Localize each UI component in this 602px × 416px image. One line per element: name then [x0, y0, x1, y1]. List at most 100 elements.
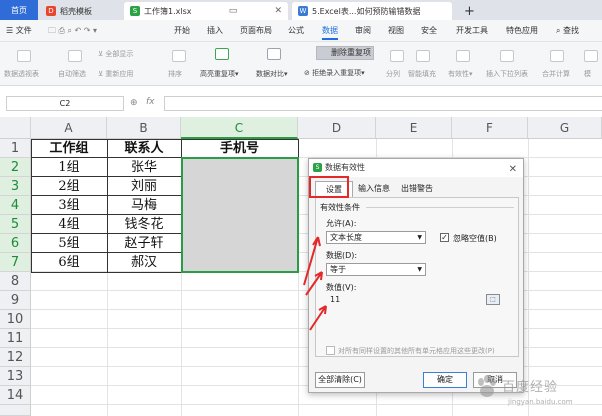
menu-data[interactable]: 数据: [322, 20, 338, 42]
value-input[interactable]: 11: [330, 295, 340, 304]
formula-input[interactable]: [164, 96, 602, 111]
ok-button[interactable]: 确定: [423, 372, 467, 388]
row-header[interactable]: [0, 405, 31, 416]
row-header[interactable]: 7: [0, 253, 31, 272]
tab-input-message[interactable]: 输入信息: [354, 181, 394, 197]
clear-all-button[interactable]: 全部清除(C): [315, 372, 365, 388]
highlight-duplicates-button[interactable]: 高亮重复项▾: [200, 69, 239, 79]
data-compare-button[interactable]: 数据对比▾: [256, 69, 288, 79]
row-header[interactable]: 11: [0, 329, 31, 348]
table-cell[interactable]: 刘丽: [107, 177, 181, 196]
tab-home[interactable]: 首页: [0, 0, 38, 20]
column-header-a[interactable]: A: [31, 117, 107, 139]
reject-duplicates-button[interactable]: ⊘ 拒绝录入重复项▾: [304, 68, 365, 78]
row-header[interactable]: 12: [0, 348, 31, 367]
menu-security[interactable]: 安全: [421, 20, 437, 42]
column-header-c[interactable]: C: [181, 117, 298, 139]
autofilter-button[interactable]: 自动筛选: [58, 69, 86, 79]
table-cell[interactable]: 5组: [31, 234, 107, 253]
column-header-b[interactable]: B: [107, 117, 181, 139]
smart-fill-button[interactable]: 智能填充: [408, 69, 436, 79]
row-header[interactable]: 2: [0, 158, 31, 177]
show-all-button[interactable]: ⊻ 全部显示: [98, 49, 133, 59]
table-cell[interactable]: 2组: [31, 177, 107, 196]
menu-special[interactable]: 特色应用: [506, 20, 538, 42]
table-cell[interactable]: 钱冬花: [107, 215, 181, 234]
cell-c1[interactable]: 手机号: [181, 139, 298, 158]
table-cell[interactable]: 马梅: [107, 196, 181, 215]
row-header[interactable]: 6: [0, 234, 31, 253]
tab-workbook[interactable]: S 工作簿1.xlsx ▭ ✕: [124, 2, 288, 20]
row-header[interactable]: 3: [0, 177, 31, 196]
cell-b1[interactable]: 联系人: [107, 139, 181, 158]
split-column-icon: [390, 50, 404, 62]
ignore-blank-checkbox[interactable]: ✓: [440, 233, 449, 242]
menu-page-layout[interactable]: 页面布局: [240, 20, 272, 42]
menu-developer[interactable]: 开发工具: [456, 20, 488, 42]
row-header[interactable]: 4: [0, 196, 31, 215]
cancel-button[interactable]: 取消: [473, 372, 517, 388]
column-header-d[interactable]: D: [298, 117, 376, 139]
table-cell[interactable]: 郝汉: [107, 253, 181, 272]
more-button[interactable]: 模: [584, 69, 591, 79]
remove-duplicates-button[interactable]: 删除重复项: [316, 46, 374, 60]
dialog-title-bar[interactable]: S 数据有效性 ✕: [309, 159, 523, 177]
apply-all-checkbox[interactable]: [326, 346, 335, 355]
select-all-corner[interactable]: [0, 117, 31, 139]
consolidate-button[interactable]: 合并计算: [542, 69, 570, 79]
table-cell[interactable]: 3组: [31, 196, 107, 215]
allow-select[interactable]: 文本长度 ▼: [326, 231, 426, 244]
fx-icon[interactable]: fx: [146, 97, 155, 107]
menu-home[interactable]: 开始: [174, 20, 190, 42]
menu-view[interactable]: 视图: [388, 20, 404, 42]
selected-range-fill: [182, 158, 298, 272]
tab-bar: 首页 D 稻壳模板 S 工作簿1.xlsx ▭ ✕ W 5.Excel表...如…: [0, 0, 602, 20]
column-header-g[interactable]: G: [528, 117, 602, 139]
column-header-e[interactable]: E: [376, 117, 452, 139]
validity-button[interactable]: 有效性▾: [448, 69, 473, 79]
tab-error-alert[interactable]: 出错警告: [397, 181, 437, 197]
table-cell[interactable]: 6组: [31, 253, 107, 272]
pivot-table-button[interactable]: 数据透视表: [4, 69, 39, 79]
tab-settings[interactable]: 设置: [315, 181, 353, 197]
row-header[interactable]: 10: [0, 310, 31, 329]
range-picker-icon[interactable]: ⬚: [486, 294, 500, 305]
file-menu[interactable]: ☰ 文件: [6, 20, 32, 42]
table-cell[interactable]: 4组: [31, 215, 107, 234]
menu-insert[interactable]: 插入: [207, 20, 223, 42]
row-header[interactable]: 14: [0, 386, 31, 405]
row-header[interactable]: 5: [0, 215, 31, 234]
split-column-button[interactable]: 分列: [386, 69, 400, 79]
reapply-button[interactable]: ⊻ 重新应用: [98, 69, 133, 79]
table-cell[interactable]: 1组: [31, 158, 107, 177]
annotation-arrows: [303, 236, 327, 331]
row-header[interactable]: 8: [0, 272, 31, 291]
menu-review[interactable]: 审阅: [355, 20, 371, 42]
tab-doc[interactable]: W 5.Excel表...如何预防输错数据: [292, 2, 452, 20]
cell-a1[interactable]: 工作组: [31, 139, 107, 158]
table-cell[interactable]: 张华: [107, 158, 181, 177]
ribbon: 数据透视表 自动筛选 ⊻ 全部显示 ⊻ 重新应用 排序 高亮重复项▾ 数据对比▾…: [0, 42, 602, 86]
new-tab-button[interactable]: +: [458, 2, 478, 20]
search-menu[interactable]: ⌕ 查找: [556, 20, 579, 42]
insert-dropdown-button[interactable]: 插入下拉列表: [486, 69, 528, 79]
close-icon[interactable]: ✕: [268, 6, 282, 16]
allow-label: 允许(A):: [326, 219, 357, 228]
menu-formula[interactable]: 公式: [288, 20, 304, 42]
data-select[interactable]: 等于 ▼: [326, 263, 426, 276]
zoom-icon[interactable]: ⊕: [130, 98, 138, 108]
table-cell[interactable]: 赵子轩: [107, 234, 181, 253]
monitor-icon[interactable]: ▭: [223, 6, 238, 16]
gridline: [528, 139, 529, 416]
row-header[interactable]: 9: [0, 291, 31, 310]
name-box[interactable]: C2: [6, 96, 124, 111]
menu-bar: ☰ 文件 🗀 ⎙ ⌕ ↶ ↷ ▾ 开始 插入 页面布局 公式 数据 审阅 视图 …: [0, 20, 602, 42]
column-header-f[interactable]: F: [452, 117, 528, 139]
row-header[interactable]: 1: [0, 139, 31, 158]
row-header[interactable]: 13: [0, 367, 31, 386]
quick-access-icons[interactable]: 🗀 ⎙ ⌕ ↶ ↷ ▾: [48, 20, 97, 42]
close-icon[interactable]: ✕: [509, 161, 517, 179]
validity-icon: [456, 50, 470, 62]
sort-button[interactable]: 排序: [168, 69, 182, 79]
tab-docer[interactable]: D 稻壳模板: [40, 2, 120, 20]
